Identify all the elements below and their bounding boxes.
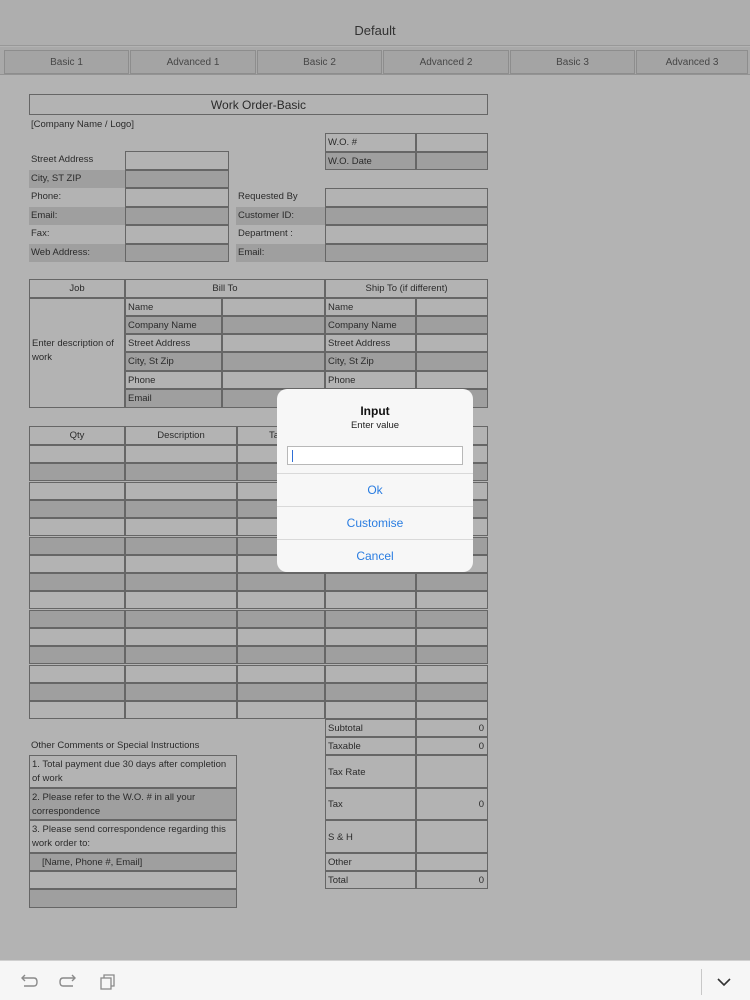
bottom-toolbar xyxy=(0,960,750,1000)
undo-icon[interactable] xyxy=(18,972,40,992)
toolbar-separator xyxy=(701,969,702,995)
cancel-button[interactable]: Cancel xyxy=(277,539,473,572)
copy-icon[interactable] xyxy=(97,972,119,992)
ok-button[interactable]: Ok xyxy=(277,473,473,506)
dialog-message: Enter value xyxy=(350,420,400,431)
text-caret xyxy=(292,450,293,462)
chevron-down-icon[interactable] xyxy=(713,972,735,992)
value-input[interactable] xyxy=(287,446,463,465)
dialog-title: Input xyxy=(360,404,390,418)
customise-button[interactable]: Customise xyxy=(277,506,473,539)
redo-icon[interactable] xyxy=(57,972,79,992)
input-dialog: Input Enter value Ok Customise Cancel xyxy=(277,389,473,572)
